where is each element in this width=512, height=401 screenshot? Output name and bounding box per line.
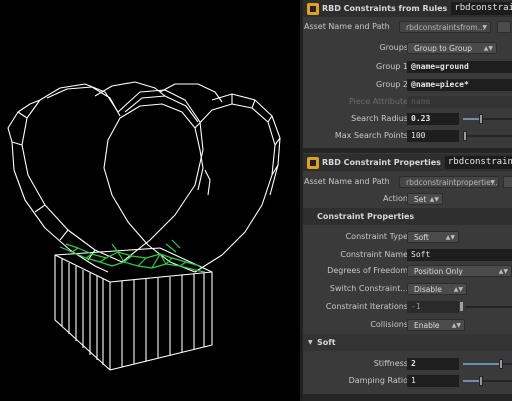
switch-row: Switch Constraint... Disable ▲▼ xyxy=(303,280,512,297)
group1-field[interactable]: @name=ground xyxy=(407,61,512,73)
group1-row: Group 1 @name=ground xyxy=(303,58,512,75)
iterations-field[interactable]: -1 xyxy=(407,301,459,313)
dropdown-arrow-icon: ▲▼ xyxy=(445,234,455,241)
dropdown-arrow-icon: ▲▼ xyxy=(453,286,463,293)
dropdown-arrow-icon: ▲▼ xyxy=(483,45,493,52)
disclosure-triangle-icon: ▼ xyxy=(308,339,313,346)
search-radius-label: Search Radius xyxy=(351,114,408,123)
group2-field[interactable]: @name=piece* xyxy=(407,79,512,91)
rbd-node-icon xyxy=(307,156,319,169)
damping-slider[interactable] xyxy=(463,376,512,386)
node-separator xyxy=(303,148,512,153)
search-radius-slider[interactable] xyxy=(463,114,512,124)
piece-attr-label: Piece Attribute xyxy=(349,97,408,106)
node1-header: RBD Constraints from Rules rbdconstraint… xyxy=(303,0,512,17)
action-menu[interactable]: Set ▲▼ xyxy=(407,193,443,205)
scene-viewport[interactable] xyxy=(0,0,300,401)
dof-label: Degrees of Freedom xyxy=(327,266,408,275)
asset-name-label: Asset Name and Path xyxy=(304,22,390,31)
group2-row: Group 2 @name=piece* xyxy=(303,76,512,93)
groups-label: Groups xyxy=(379,43,408,52)
dof-menu[interactable]: Position Only ▲▼ xyxy=(407,265,512,277)
stiffness-label: Stiffness xyxy=(373,359,408,368)
gear-icon[interactable] xyxy=(503,176,512,188)
collisions-label: Collisions xyxy=(370,320,408,329)
node1-asset-menu[interactable]: rbdconstraintsfrom... ▼ xyxy=(399,21,491,33)
iterations-slider-knob[interactable] xyxy=(460,302,463,311)
folder-title: Constraint Properties xyxy=(317,212,415,221)
stiffness-field[interactable]: 2 xyxy=(407,358,459,370)
constraint-name-field[interactable]: Soft xyxy=(407,249,512,261)
dropdown-arrow-icon: ▲▼ xyxy=(451,322,461,329)
group1-label: Group 1 xyxy=(376,62,408,71)
gear-icon[interactable] xyxy=(497,21,511,33)
node2-type-label: RBD Constraint Properties xyxy=(322,158,441,167)
constraint-properties-folder[interactable]: Constraint Properties xyxy=(303,208,512,225)
bottom-separator xyxy=(303,394,512,401)
switch-menu[interactable]: Disable ▲▼ xyxy=(407,283,467,295)
constraint-name-label: Constraint Name xyxy=(340,250,408,259)
action-label: Action xyxy=(382,194,408,203)
constraint-type-row: Constraint Type Soft ▲▼ xyxy=(303,228,512,245)
constraint-type-menu[interactable]: Soft ▲▼ xyxy=(407,231,459,243)
iterations-row: Constraint Iterations -1 xyxy=(303,298,512,315)
switch-label: Switch Constraint... xyxy=(329,284,408,293)
max-points-slider[interactable] xyxy=(463,131,512,141)
node2-asset-row: Asset Name and Path rbdconstraintpropert… xyxy=(303,173,512,190)
stiffness-row: Stiffness 2 xyxy=(303,355,512,372)
dropdown-arrow-icon: ▲▼ xyxy=(429,196,439,203)
constraint-type-label: Constraint Type xyxy=(345,232,408,241)
stiffness-slider[interactable] xyxy=(463,359,512,369)
damping-label: Damping Ratio xyxy=(348,376,408,385)
rbd-node-icon xyxy=(307,2,319,15)
group2-label: Group 2 xyxy=(376,80,408,89)
collisions-row: Collisions Enable ▲▼ xyxy=(303,316,512,333)
ground-block-wire xyxy=(54,247,213,371)
constraint-name-row: Constraint Name Soft xyxy=(303,246,512,263)
parameter-pane: RBD Constraints from Rules rbdconstraint… xyxy=(303,0,512,401)
wireframe-scene xyxy=(7,81,281,371)
piece-attr-field: name xyxy=(407,96,512,108)
asset-name-label: Asset Name and Path xyxy=(304,177,390,186)
max-points-row: Max Search Points 100 xyxy=(303,127,512,144)
node2-name-field[interactable]: rbdconstraintproperties1 xyxy=(444,156,512,169)
middle-heart-wire xyxy=(94,81,223,103)
constraint-network xyxy=(59,239,206,273)
max-points-label: Max Search Points xyxy=(334,131,408,140)
node2-asset-menu[interactable]: rbdconstraintpropertie... ▼ xyxy=(399,176,499,188)
node1-name-field[interactable]: rbdconstraintsfromrules1 xyxy=(451,2,512,15)
action-row: Action Set ▲▼ xyxy=(303,190,512,207)
collisions-menu[interactable]: Enable ▲▼ xyxy=(407,319,465,331)
groups-menu[interactable]: Group to Group ▲▼ xyxy=(407,42,497,54)
left-heart-wire xyxy=(7,83,204,273)
dof-row: Degrees of Freedom Position Only ▲▼ xyxy=(303,262,512,279)
search-radius-field[interactable]: 0.23 xyxy=(407,113,459,125)
search-radius-row: Search Radius 0.23 xyxy=(303,110,512,127)
damping-row: Damping Ratio 1 xyxy=(303,372,512,389)
damping-field[interactable]: 1 xyxy=(407,375,459,387)
right-heart-wire xyxy=(103,93,281,273)
node1-asset-row: Asset Name and Path rbdconstraintsfrom..… xyxy=(303,18,512,35)
soft-folder[interactable]: ▼ Soft xyxy=(303,334,512,351)
piece-attr-row: Piece Attribute name xyxy=(303,93,512,110)
iterations-label: Constraint Iterations xyxy=(325,302,408,311)
node2-header: RBD Constraint Properties rbdconstraintp… xyxy=(303,154,512,171)
node1-type-label: RBD Constraints from Rules xyxy=(322,4,448,13)
groups-row: Groups Group to Group ▲▼ xyxy=(303,39,512,56)
dropdown-arrow-icon: ▼ xyxy=(482,24,487,31)
iterations-slider[interactable] xyxy=(465,306,512,308)
dropdown-arrow-icon: ▼ xyxy=(490,179,495,186)
max-points-field[interactable]: 100 xyxy=(407,130,459,142)
dropdown-arrow-icon: ▲▼ xyxy=(498,268,508,275)
soft-folder-title: Soft xyxy=(317,338,336,347)
